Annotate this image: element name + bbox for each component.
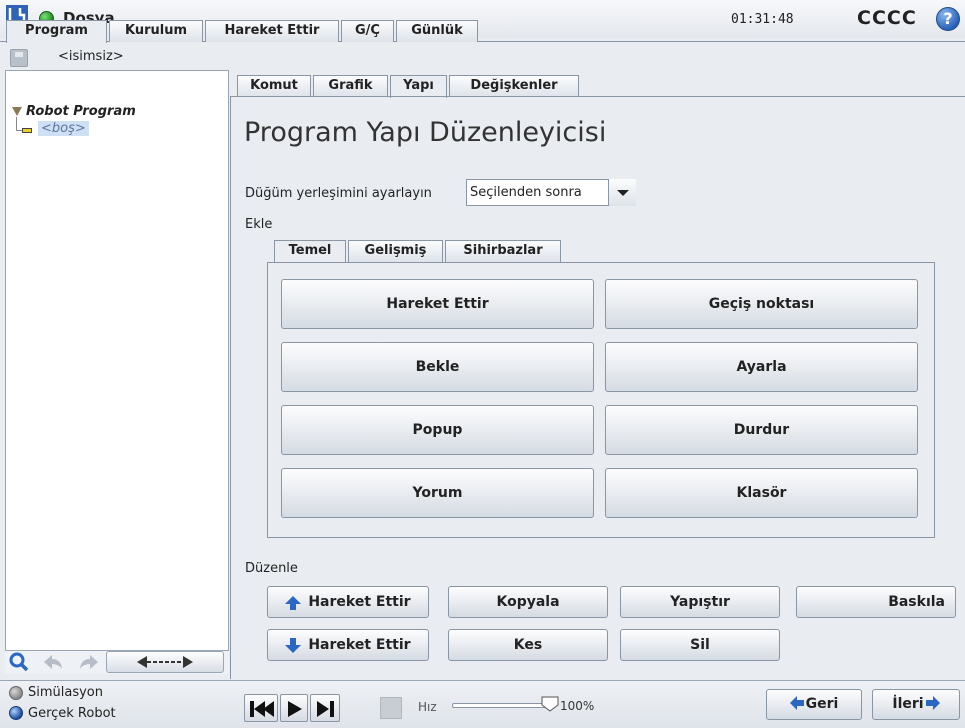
simulation-radio[interactable] — [9, 686, 23, 700]
tab-command[interactable]: Komut — [237, 75, 311, 97]
tree-root[interactable]: Robot Program — [26, 104, 136, 119]
tab-structure[interactable]: Yapı — [390, 75, 447, 98]
step-button[interactable] — [310, 694, 340, 722]
empty-node-icon — [22, 128, 32, 133]
arrow-down-icon — [285, 638, 302, 653]
skip-start-button[interactable] — [244, 694, 278, 722]
edit-label: Düzenle — [245, 561, 298, 576]
tab-program[interactable]: Program — [6, 20, 107, 43]
paste-button[interactable]: Yapıştır — [620, 586, 780, 618]
next-label: İleri — [892, 696, 924, 712]
move-up-button[interactable]: Hareket Ettir — [267, 586, 429, 618]
arrow-up-icon — [285, 596, 302, 610]
tree-node-empty[interactable]: <boş> — [38, 121, 89, 136]
copy-button[interactable]: Kopyala — [448, 586, 608, 618]
undo-icon[interactable] — [42, 653, 64, 671]
insert-halt-button[interactable]: Durdur — [605, 405, 918, 455]
insert-comment-button[interactable]: Yorum — [281, 468, 594, 518]
move-up-label: Hareket Ettir — [308, 594, 411, 610]
page-title: Program Yapı Düzenleyicisi — [244, 117, 607, 148]
next-button[interactable]: İleri — [872, 689, 960, 720]
save-icon[interactable] — [10, 49, 28, 67]
back-button[interactable]: Geri — [766, 689, 862, 720]
tab-wizards[interactable]: Sihirbazlar — [445, 240, 561, 262]
tab-io[interactable]: G/Ç — [341, 20, 394, 42]
tree-connector — [16, 117, 17, 130]
speed-value: 100% — [560, 699, 595, 713]
insert-set-button[interactable]: Ayarla — [605, 342, 918, 392]
back-label: Geri — [805, 696, 839, 712]
robot-name: CCCC — [857, 7, 917, 29]
skip-start-icon — [250, 701, 274, 717]
move-down-label: Hareket Ettir — [308, 637, 411, 653]
program-filename: <isimsiz> — [58, 49, 124, 64]
insert-waypoint-button[interactable]: Geçiş noktası — [605, 279, 918, 329]
add-label: Ekle — [245, 217, 273, 232]
tab-basic[interactable]: Temel — [274, 240, 346, 263]
tab-variables[interactable]: Değişkenler — [449, 75, 579, 97]
tab-log[interactable]: Günlük — [396, 20, 478, 42]
stop-icon[interactable] — [380, 697, 402, 719]
redo-icon[interactable] — [78, 653, 100, 671]
arrow-left-icon — [789, 696, 804, 710]
drag-arrows-icon[interactable] — [106, 651, 224, 673]
insert-popup-button[interactable]: Popup — [281, 405, 594, 455]
tab-advanced[interactable]: Gelişmiş — [348, 240, 443, 262]
tab-graphics[interactable]: Grafik — [313, 75, 388, 97]
insert-move-button[interactable]: Hareket Ettir — [281, 279, 594, 329]
placement-label: Düğüm yerleşimini ayarlayın — [245, 186, 432, 201]
speed-label: Hız — [418, 700, 437, 714]
play-button[interactable] — [280, 694, 308, 722]
tab-installation[interactable]: Kurulum — [109, 20, 203, 42]
suppress-button[interactable]: Baskıla — [796, 586, 956, 618]
placement-select-value[interactable]: Seçilenden sonra — [470, 185, 582, 200]
cut-button[interactable]: Kes — [448, 629, 608, 661]
real-robot-label[interactable]: Gerçek Robot — [28, 706, 116, 721]
delete-button[interactable]: Sil — [620, 629, 780, 661]
simulation-label[interactable]: Simülasyon — [28, 685, 103, 700]
speed-slider[interactable] — [452, 703, 552, 708]
insert-folder-button[interactable]: Klasör — [605, 468, 918, 518]
move-down-button[interactable]: Hareket Ettir — [267, 629, 429, 661]
chevron-down-icon[interactable] — [608, 179, 636, 206]
arrow-right-icon — [925, 696, 940, 710]
tab-move[interactable]: Hareket Ettir — [205, 20, 339, 42]
step-icon — [317, 701, 334, 717]
play-icon — [288, 701, 302, 717]
search-icon[interactable] — [8, 651, 30, 673]
clock: 01:31:48 — [731, 12, 794, 27]
real-robot-radio[interactable] — [9, 706, 23, 720]
insert-wait-button[interactable]: Bekle — [281, 342, 594, 392]
speed-slider-knob[interactable] — [541, 696, 559, 712]
program-tree[interactable] — [5, 70, 229, 674]
help-icon[interactable]: ? — [936, 7, 960, 31]
expand-triangle-icon[interactable] — [12, 107, 22, 116]
